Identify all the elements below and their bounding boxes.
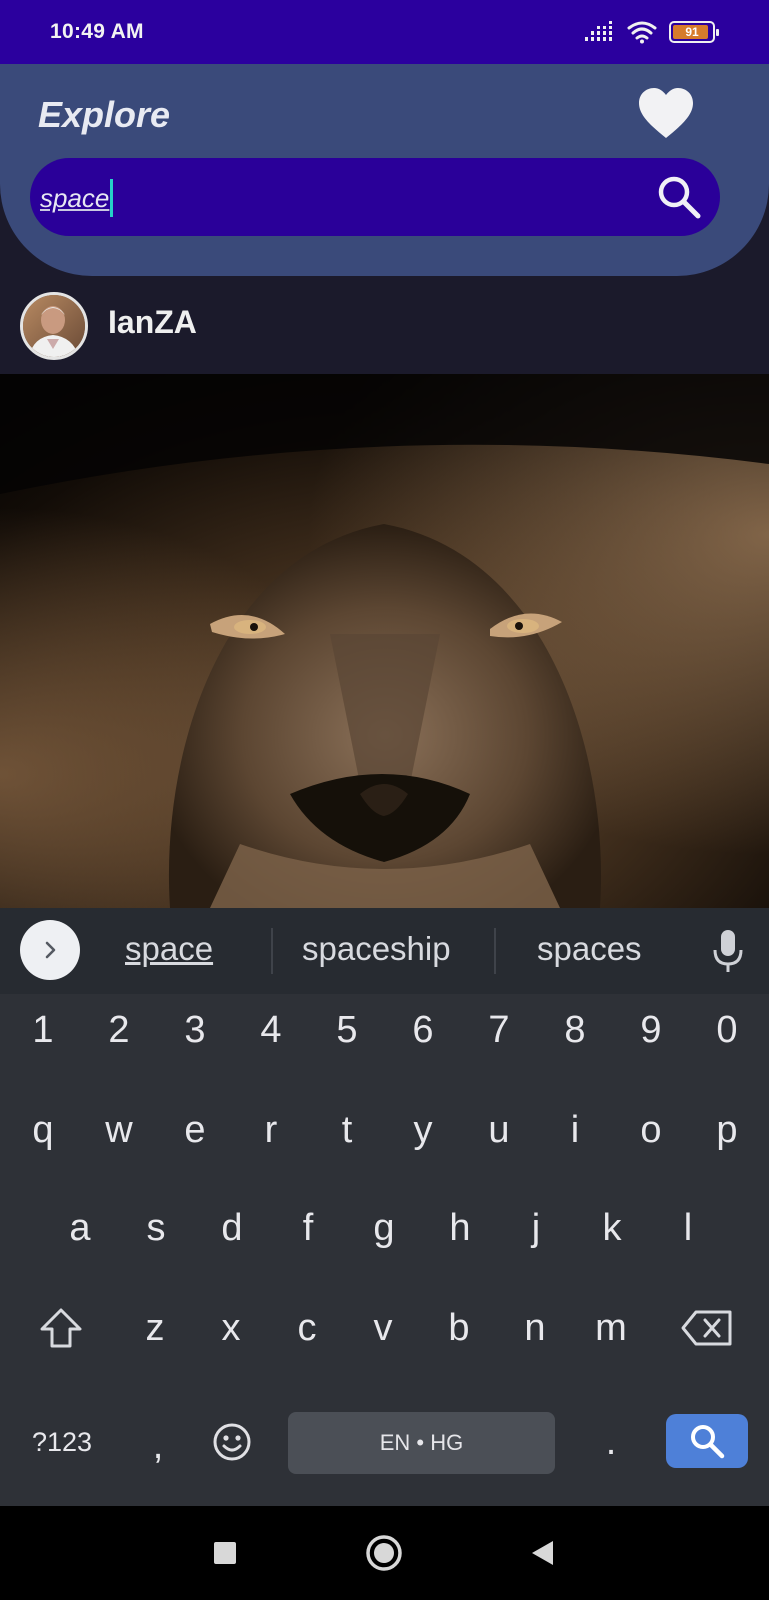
emoji-icon [213,1423,251,1461]
heart-icon [639,88,693,138]
key-space[interactable]: EN • HG [288,1412,555,1474]
chevron-right-icon [45,941,56,959]
suggestion-1[interactable]: space [125,930,213,968]
username[interactable]: IanZA [108,304,197,341]
key-letter[interactable]: b [423,1296,495,1360]
key-symbols[interactable]: ?123 [22,1412,102,1472]
key-shift[interactable] [30,1296,92,1360]
key-backspace[interactable] [674,1296,740,1360]
key-digit[interactable]: 0 [691,998,763,1062]
key-letter[interactable]: n [499,1296,571,1360]
suggestion-bar: space spaceship spaces [0,908,769,994]
key-letter[interactable]: t [311,1098,383,1162]
key-digit[interactable]: 9 [615,998,687,1062]
on-screen-keyboard: space spaceship spaces 1234567890 qwertyu… [0,908,769,1506]
key-digit[interactable]: 8 [539,998,611,1062]
key-letter[interactable]: f [272,1196,344,1260]
key-letter[interactable]: c [271,1296,343,1360]
signal-icon [585,21,612,41]
key-digit[interactable]: 1 [7,998,79,1062]
status-icons: 91 [585,18,719,46]
key-period[interactable]: . [591,1412,631,1472]
key-digit[interactable]: 3 [159,998,231,1062]
key-letter[interactable]: k [576,1196,648,1260]
key-letter[interactable]: l [652,1196,724,1260]
key-letter[interactable]: z [119,1296,191,1360]
wifi-icon [627,21,657,44]
square-icon [214,1542,236,1564]
keyboard-menu-button[interactable] [20,920,80,980]
key-letter[interactable]: m [575,1296,647,1360]
key-letter[interactable]: y [387,1098,459,1162]
key-letter[interactable]: r [235,1098,307,1162]
favorites-button[interactable] [638,88,694,140]
backspace-icon [681,1310,732,1346]
status-time: 10:49 AM [50,20,144,43]
search-input[interactable]: space [40,179,114,219]
key-letter[interactable]: u [463,1098,535,1162]
key-digit[interactable]: 4 [235,998,307,1062]
key-letter[interactable]: v [347,1296,419,1360]
key-search-action[interactable] [666,1414,748,1468]
battery-icon: 91 [669,21,719,43]
system-navigation-bar [0,1506,769,1600]
key-digit[interactable]: 5 [311,998,383,1062]
post-author-row[interactable]: IanZA [0,286,769,374]
recents-button[interactable] [185,1506,265,1600]
suggestion-2[interactable]: spaceship [302,930,451,968]
back-button[interactable] [502,1506,582,1600]
microphone-icon [713,930,743,972]
lion-photo[interactable] [0,374,769,908]
key-letter[interactable]: j [500,1196,572,1260]
key-letter[interactable]: g [348,1196,420,1260]
key-letter[interactable]: a [44,1196,116,1260]
voice-input-button[interactable] [712,928,744,974]
lion-image [0,374,769,908]
avatar-image [23,295,85,357]
key-letter[interactable]: i [539,1098,611,1162]
key-digit[interactable]: 7 [463,998,535,1062]
search-input-text: space [40,182,110,213]
home-button[interactable] [344,1506,424,1600]
key-letter[interactable]: e [159,1098,231,1162]
key-emoji[interactable] [204,1412,260,1472]
key-letter[interactable]: h [424,1196,496,1260]
battery-level: 91 [685,25,699,39]
key-digit[interactable]: 6 [387,998,459,1062]
page-title: Explore [38,94,171,135]
suggestion-divider [271,928,273,974]
key-letter[interactable]: p [691,1098,763,1162]
key-letter[interactable]: s [120,1196,192,1260]
avatar[interactable] [20,292,88,360]
key-letter[interactable]: x [195,1296,267,1360]
search-icon [658,176,701,219]
search-field[interactable]: space [30,158,720,236]
key-letter[interactable]: w [83,1098,155,1162]
key-letter[interactable]: q [7,1098,79,1162]
suggestion-divider [494,928,496,974]
text-cursor [110,179,114,217]
key-letter[interactable]: d [196,1196,268,1260]
key-digit[interactable]: 2 [83,998,155,1062]
key-comma[interactable]: , [138,1416,178,1476]
home-circle-icon [366,1535,402,1571]
explore-header: Explore space [0,64,769,276]
search-button[interactable] [656,174,702,220]
key-letter[interactable]: o [615,1098,687,1162]
shift-icon [40,1308,82,1348]
status-bar: 10:49 AM 91 [0,0,769,64]
suggestion-3[interactable]: spaces [537,930,642,968]
back-triangle-icon [532,1541,553,1565]
search-icon [691,1425,725,1459]
